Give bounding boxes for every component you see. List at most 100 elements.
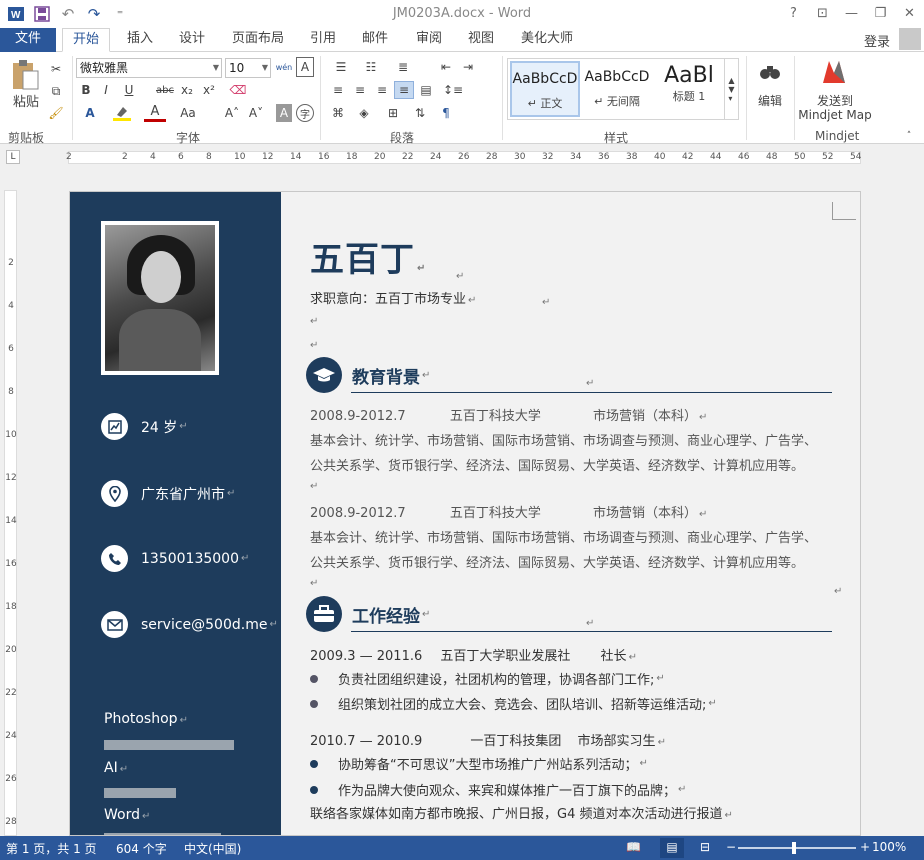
page-count[interactable]: 第 1 页，共 1 页 bbox=[6, 840, 97, 857]
para-mark: ↵ bbox=[422, 369, 431, 381]
numbering-icon[interactable]: ☷ bbox=[358, 58, 384, 76]
multilevel-list-icon[interactable]: ≣ bbox=[390, 58, 416, 76]
skill-bar-photoshop bbox=[104, 740, 234, 750]
location-pin-icon bbox=[101, 480, 128, 507]
work-entry-1-bullet: 负责社团组织建设，社团机构的管理，协调各部门工作; ↵ bbox=[310, 669, 665, 688]
tab-page-layout[interactable]: 页面布局 bbox=[226, 28, 290, 52]
styles-scroll-icon[interactable]: ▲ ▼ ▾ bbox=[724, 59, 738, 119]
copy-icon[interactable]: ⧉ bbox=[46, 82, 66, 100]
para-mark: ↵ bbox=[628, 652, 637, 663]
sign-in-link[interactable]: 登录 bbox=[864, 31, 890, 50]
cut-icon[interactable]: ✂ bbox=[46, 60, 66, 78]
editing-button[interactable]: 编辑 bbox=[750, 92, 790, 108]
format-painter-icon[interactable]: 🖌 bbox=[46, 104, 66, 122]
minimize-button[interactable]: — bbox=[837, 0, 866, 26]
mindjet-logo-icon[interactable] bbox=[820, 58, 848, 86]
align-right-icon[interactable]: ≡ bbox=[372, 81, 392, 99]
ruler-number: 14 bbox=[290, 152, 302, 162]
shading-icon[interactable]: ◈ bbox=[354, 104, 374, 122]
sort-icon[interactable]: ⇅ bbox=[410, 104, 430, 122]
web-layout-icon[interactable]: ⊟ bbox=[700, 840, 710, 854]
mindjet-map-button[interactable]: Mindjet Map bbox=[794, 107, 876, 123]
show-marks-icon[interactable]: ¶ bbox=[436, 104, 456, 122]
education-divider bbox=[351, 392, 832, 393]
restore-button[interactable]: ❐ bbox=[866, 0, 895, 26]
skill-ai: AI ↵ bbox=[104, 760, 128, 776]
read-mode-icon[interactable]: 📖 bbox=[626, 840, 641, 854]
tab-mailings[interactable]: 邮件 bbox=[352, 28, 398, 52]
text-effects-icon[interactable]: A bbox=[78, 104, 102, 122]
line-spacing-icon[interactable]: ↕≡ bbox=[438, 81, 468, 99]
tab-selector-icon[interactable]: L bbox=[6, 150, 20, 164]
strikethrough-button[interactable]: abc bbox=[154, 81, 176, 99]
language[interactable]: 中文(中国) bbox=[184, 840, 241, 857]
font-color-button[interactable]: A bbox=[144, 104, 166, 122]
underline-button[interactable]: U bbox=[118, 81, 140, 99]
close-button[interactable]: ✕ bbox=[895, 0, 924, 26]
align-center-icon[interactable]: ≡ bbox=[350, 81, 370, 99]
decrease-indent-icon[interactable]: ⇤ bbox=[436, 58, 456, 76]
highlight-icon[interactable] bbox=[110, 104, 134, 122]
style-heading-1[interactable]: AaBl 标题 1 bbox=[654, 61, 724, 117]
grow-font-button[interactable]: A˄ bbox=[222, 104, 242, 122]
phonetic-guide-icon[interactable]: wén bbox=[274, 57, 294, 77]
zoom-slider[interactable] bbox=[738, 847, 856, 849]
zoom-level[interactable]: 100% bbox=[872, 840, 906, 854]
borders-icon[interactable]: ⊞ bbox=[380, 104, 406, 122]
send-to-label[interactable]: 发送到 bbox=[800, 92, 870, 108]
align-left-icon[interactable]: ≡ bbox=[328, 81, 348, 99]
subscript-button[interactable]: x₂ bbox=[178, 81, 196, 99]
ruler-number: 46 bbox=[738, 152, 750, 162]
char-border-icon[interactable]: A bbox=[296, 57, 314, 77]
clear-formatting-icon[interactable]: ⌫ bbox=[228, 81, 248, 99]
increase-indent-icon[interactable]: ⇥ bbox=[458, 58, 478, 76]
style-no-spacing[interactable]: AaBbCcD ↵ 无间隔 bbox=[582, 61, 652, 117]
chinese-layout-icon[interactable]: ⌘ bbox=[328, 104, 348, 122]
collapse-ribbon-icon[interactable]: ˄ bbox=[902, 130, 916, 142]
vertical-scrollbar[interactable] bbox=[909, 170, 924, 836]
document-page[interactable]: 24 岁 ↵ 广东省广州市 ↵ 13500135000 ↵ service@500d.… bbox=[69, 191, 861, 836]
print-layout-icon[interactable]: ▤ bbox=[660, 838, 684, 858]
italic-button[interactable]: I bbox=[98, 81, 114, 99]
ruler-number: 30 bbox=[514, 152, 526, 162]
justify-icon[interactable]: ≡ bbox=[394, 81, 414, 99]
horizontal-ruler[interactable]: L 2 2 4 6 8 10 12 14 16 18 20 22 24 26 28 30 32 34 36 38 40 4… bbox=[0, 145, 924, 169]
zoom-in-button[interactable]: + bbox=[860, 840, 870, 854]
tab-references[interactable]: 引用 bbox=[300, 28, 346, 52]
style-normal[interactable]: AaBbCcD ↵ 正文 bbox=[510, 61, 580, 117]
separator bbox=[502, 56, 503, 140]
char-shading-button[interactable]: A bbox=[276, 104, 292, 122]
tab-file[interactable]: 文件 bbox=[0, 28, 56, 52]
help-button[interactable]: ? bbox=[779, 0, 808, 26]
tab-insert[interactable]: 插入 bbox=[116, 28, 164, 52]
bold-button[interactable]: B bbox=[78, 81, 94, 99]
paste-icon[interactable] bbox=[8, 58, 42, 92]
superscript-button[interactable]: x² bbox=[200, 81, 218, 99]
vruler-number: 4 bbox=[8, 301, 14, 311]
tab-review[interactable]: 审阅 bbox=[406, 28, 452, 52]
vertical-ruler[interactable]: 2 4 6 8 10 12 14 16 18 20 22 24 26 28 bbox=[0, 190, 20, 836]
word-count[interactable]: 604 个字 bbox=[116, 840, 167, 857]
distributed-icon[interactable]: ▤ bbox=[416, 81, 436, 99]
tab-beautify[interactable]: 美化大师 bbox=[514, 28, 580, 52]
tab-design[interactable]: 设计 bbox=[168, 28, 216, 52]
enclosed-char-icon[interactable]: 字 bbox=[296, 104, 314, 122]
education-header: 教育背景 ↵ bbox=[306, 357, 430, 393]
font-family-select[interactable]: 微软雅黑 ▼ bbox=[76, 58, 222, 78]
zoom-out-button[interactable]: − bbox=[726, 840, 736, 854]
font-size-select[interactable]: 10 ▼ bbox=[225, 58, 271, 78]
bullets-icon[interactable]: ☰ bbox=[328, 58, 354, 76]
tab-view[interactable]: 视图 bbox=[458, 28, 504, 52]
work-period: 2009.3 — 2011.6 bbox=[310, 649, 423, 664]
change-case-button[interactable]: Aa bbox=[176, 104, 200, 122]
paste-button[interactable]: 粘贴 bbox=[6, 92, 46, 110]
ruler-number: 42 bbox=[682, 152, 694, 162]
ribbon-display-options-button[interactable]: ⊡ bbox=[808, 0, 837, 26]
account-avatar[interactable] bbox=[899, 28, 921, 50]
shrink-font-button[interactable]: A˅ bbox=[246, 104, 266, 122]
para-mark: ↵ bbox=[422, 608, 431, 620]
zoom-slider-handle[interactable] bbox=[792, 842, 796, 854]
ruler-number: 54 bbox=[850, 152, 862, 162]
tab-home[interactable]: 开始 bbox=[62, 28, 110, 52]
find-binoculars-icon[interactable] bbox=[756, 60, 784, 84]
